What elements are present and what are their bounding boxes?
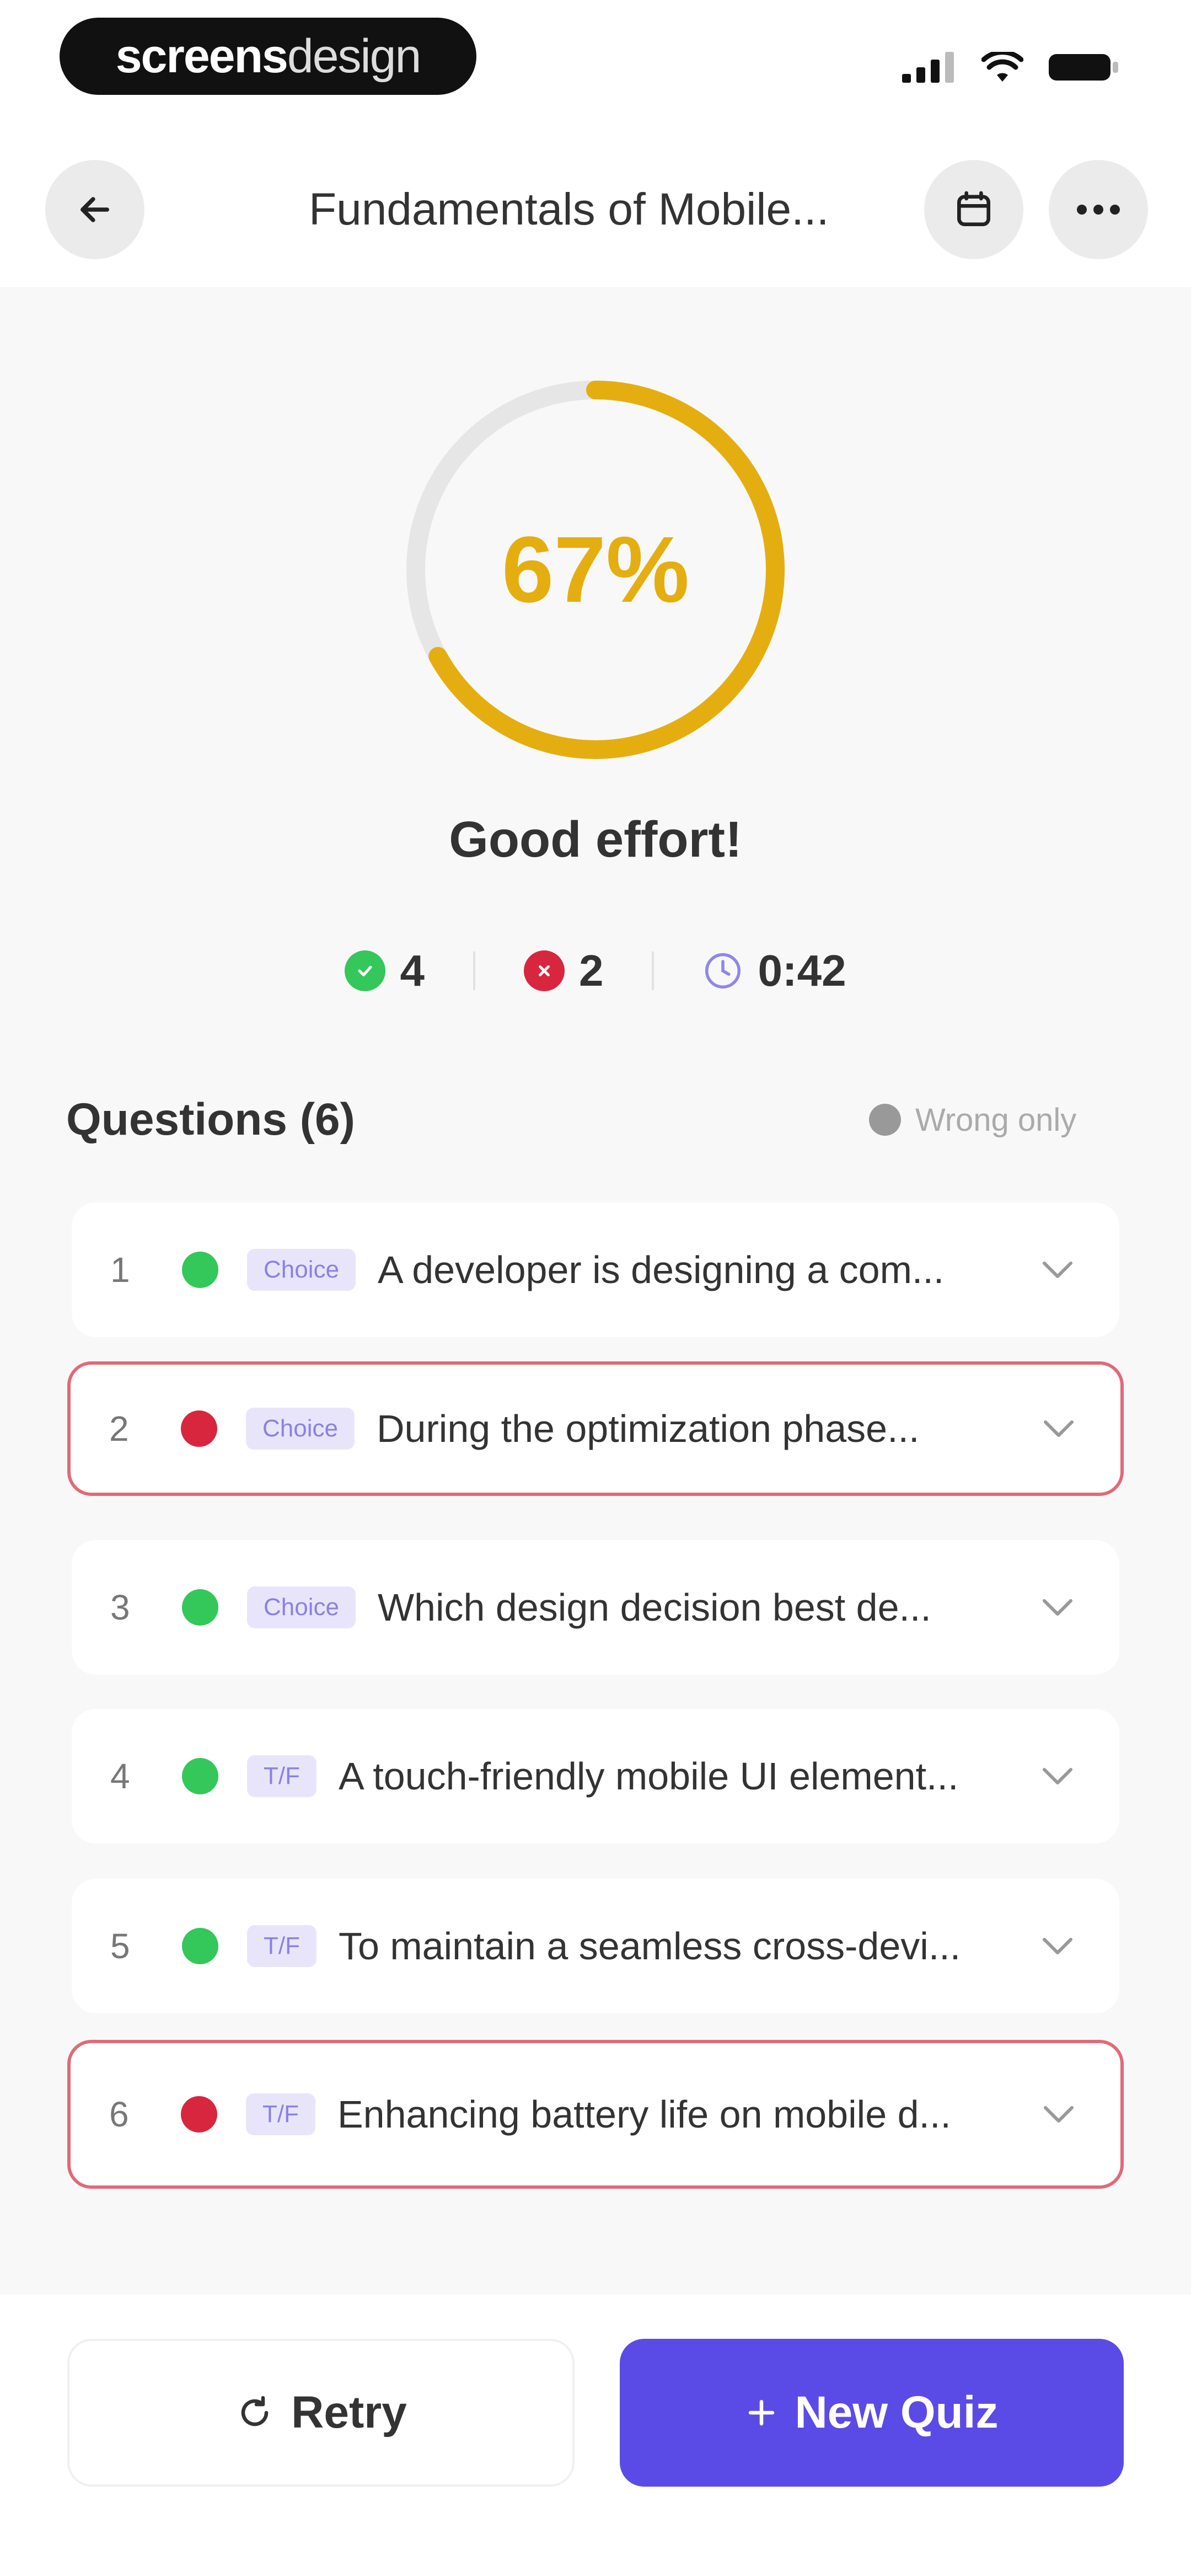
questions-heading: Questions (6): [66, 1094, 355, 1145]
question-number: 6: [109, 2094, 129, 2134]
question-row-6[interactable]: 6 T/F Enhancing battery life on mobile d…: [67, 2040, 1124, 2189]
question-number: 1: [110, 1250, 130, 1290]
wrong-count-stat: 2: [523, 945, 604, 996]
result-stats: 4 2 0:42: [0, 938, 1191, 1004]
filter-toggle-icon: [869, 1104, 901, 1136]
question-row-5[interactable]: 5 T/F To maintain a seamless cross-devi.…: [72, 1879, 1119, 2013]
status-bar: screensdesign: [0, 0, 1191, 105]
correct-status-icon: [182, 1758, 218, 1794]
chevron-down-icon[interactable]: [1036, 1585, 1080, 1629]
bottom-action-bar: Retry New Quiz: [0, 2295, 1191, 2576]
clock-icon: [702, 950, 743, 991]
question-text: A touch-friendly mobile UI element...: [338, 1755, 959, 1798]
new-quiz-label: New Quiz: [795, 2387, 999, 2438]
question-text: Which design decision best de...: [377, 1586, 931, 1629]
more-options-button[interactable]: [1049, 160, 1148, 259]
time-stat: 0:42: [702, 945, 846, 996]
chevron-down-icon[interactable]: [1036, 1248, 1080, 1292]
correct-count-stat: 4: [345, 945, 425, 996]
correct-status-icon: [182, 1589, 218, 1626]
question-row-3[interactable]: 3 Choice Which design decision best de..…: [72, 1540, 1119, 1675]
wrong-only-filter[interactable]: Wrong only: [869, 1098, 1076, 1142]
correct-status-icon: [182, 1252, 218, 1288]
question-type-badge: T/F: [246, 2093, 315, 2135]
score-percent: 67%: [501, 517, 690, 622]
chevron-down-icon[interactable]: [1036, 1924, 1080, 1968]
question-text: During the optimization phase...: [376, 1407, 920, 1450]
question-type-badge: T/F: [247, 1925, 316, 1967]
question-number: 2: [109, 1409, 129, 1449]
wrong-status-icon: [181, 2096, 217, 2133]
correct-count: 4: [400, 946, 425, 995]
wrong-count: 2: [578, 946, 604, 995]
question-type-badge: Choice: [246, 1408, 355, 1450]
question-type-badge: Choice: [247, 1586, 356, 1628]
check-circle-icon: [345, 950, 386, 991]
question-row-1[interactable]: 1 Choice A developer is designing a com.…: [72, 1203, 1119, 1337]
arrow-left-icon: [81, 197, 109, 222]
elapsed-time: 0:42: [758, 946, 846, 995]
question-row-2[interactable]: 2 Choice During the optimization phase..…: [67, 1361, 1124, 1496]
question-text: To maintain a seamless cross-devi...: [338, 1925, 961, 1968]
correct-status-icon: [182, 1928, 218, 1964]
quiz-results-screen: screensdesign Fundamentals of Mobile... …: [0, 0, 1191, 2576]
wrong-status-icon: [181, 1410, 217, 1447]
signal-icon: [902, 52, 954, 83]
chevron-down-icon[interactable]: [1037, 1407, 1081, 1451]
chevron-down-icon[interactable]: [1036, 1754, 1080, 1798]
question-number: 4: [110, 1756, 130, 1796]
more-horizontal-icon: [1077, 205, 1120, 215]
stat-divider: [473, 952, 475, 990]
x-circle-icon: [523, 950, 565, 991]
stat-divider: [652, 952, 654, 990]
retry-button[interactable]: Retry: [67, 2339, 575, 2487]
question-row-4[interactable]: 4 T/F A touch-friendly mobile UI element…: [72, 1709, 1119, 1843]
question-type-badge: Choice: [247, 1249, 356, 1291]
battery-icon: [1049, 54, 1118, 81]
question-type-badge: T/F: [247, 1755, 316, 1797]
calendar-button[interactable]: [924, 160, 1023, 259]
wifi-icon: [981, 52, 1023, 82]
retry-label: Retry: [291, 2387, 407, 2438]
wrong-only-label: Wrong only: [915, 1102, 1077, 1138]
chevron-down-icon[interactable]: [1037, 2092, 1081, 2136]
back-button[interactable]: [45, 160, 144, 259]
app-header: Fundamentals of Mobile...: [0, 105, 1191, 287]
score-verdict: Good effort!: [449, 811, 742, 868]
question-text: Enhancing battery life on mobile d...: [337, 2093, 951, 2136]
refresh-icon: [235, 2393, 275, 2433]
status-icons: [902, 51, 1119, 84]
plus-icon: [745, 2396, 778, 2429]
calendar-icon: [957, 191, 990, 226]
score-ring: 67%: [401, 375, 790, 765]
question-number: 3: [110, 1588, 130, 1627]
page-title: Fundamentals of Mobile...: [309, 184, 829, 234]
question-text: A developer is designing a com...: [377, 1248, 945, 1291]
screensdesign-logo: screensdesign: [60, 18, 476, 95]
new-quiz-button[interactable]: New Quiz: [620, 2339, 1124, 2487]
question-number: 5: [110, 1926, 130, 1966]
